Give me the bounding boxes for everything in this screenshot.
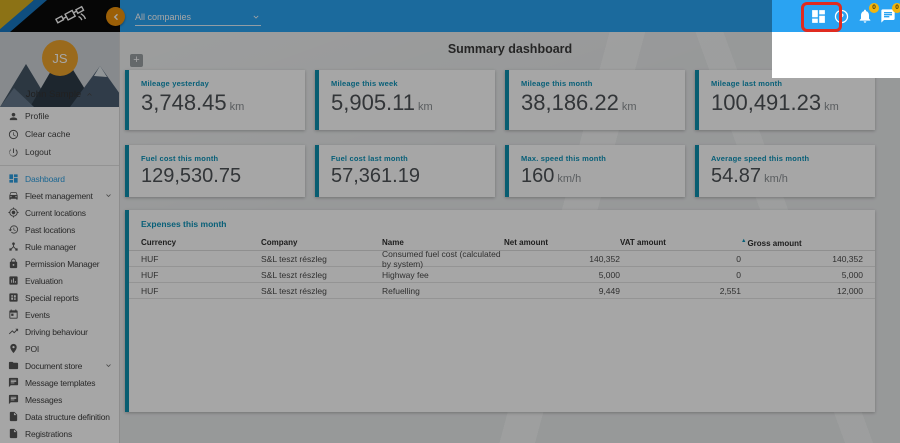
dim-overlay — [0, 0, 772, 443]
messages-button[interactable]: 0 — [879, 8, 896, 25]
notifications-button[interactable]: 0 — [856, 8, 873, 25]
notifications-badge: 0 — [869, 3, 879, 13]
app-window: All companies ? 0 0 — [0, 0, 900, 443]
tutorial-highlight-box — [801, 2, 842, 32]
dim-overlay — [772, 78, 900, 443]
tutorial-spotlight — [772, 32, 900, 78]
messages-badge: 0 — [892, 3, 900, 13]
